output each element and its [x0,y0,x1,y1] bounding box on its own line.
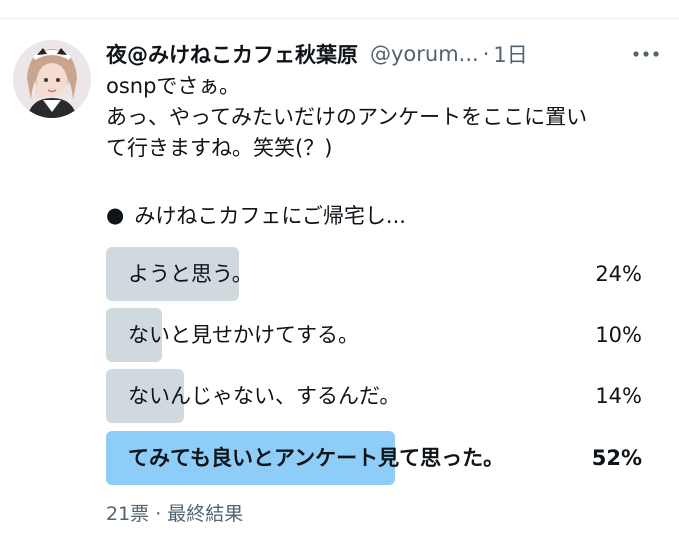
poll-option-percent: 24% [595,262,642,286]
tweet-text: osnpでさぁ。 あっ、やってみたいだけのアンケートをここに置い て行きますね。… [106,71,666,164]
poll-footer: 21票 · 最終結果 [106,503,244,525]
avatar-image [13,40,91,118]
poll-option-percent: 14% [595,384,642,408]
avatar[interactable] [13,40,91,118]
tweet-text-line: あっ、やってみたいだけのアンケートをここに置い [106,105,588,129]
tweet-text-line: て行きますね。笑笑(？) [106,136,333,160]
more-horizontal-icon[interactable] [628,42,664,66]
poll-option-percent: 10% [595,323,642,347]
display-name[interactable]: 夜@みけねこカフェ秋葉原 [106,39,358,69]
poll-option[interactable]: ないんじゃない、するんだ。 14% [106,369,646,423]
bullet-icon: ● [106,203,125,227]
poll-option[interactable]: てみても良いとアンケート見て思った。 52% [106,431,646,485]
poll-option-label: ないんじゃない、するんだ。 [128,384,401,408]
tweet-text-line: osnpでさぁ。 [106,74,241,98]
tweet-timestamp[interactable]: 1日 [493,39,527,69]
poll-option[interactable]: ないと見せかけてする。 10% [106,308,646,362]
poll-option-percent: 52% [591,446,642,470]
tweet-header: 夜@みけねこカフェ秋葉原 @yorum... · 1日 [106,39,528,69]
poll-option-label: ないと見せかけてする。 [128,323,359,347]
poll-question-text: みけねこカフェにご帰宅し... [134,204,406,228]
user-handle[interactable]: @yorum... [370,42,479,66]
poll-option-label: ようと思う。 [128,262,253,286]
poll-option-label: てみても良いとアンケート見て思った。 [128,446,505,470]
poll-question: ● みけねこカフェにご帰宅し... [106,200,406,230]
poll-option[interactable]: ようと思う。 24% [106,247,646,301]
top-divider [0,18,679,19]
header-separator: · [482,42,490,66]
